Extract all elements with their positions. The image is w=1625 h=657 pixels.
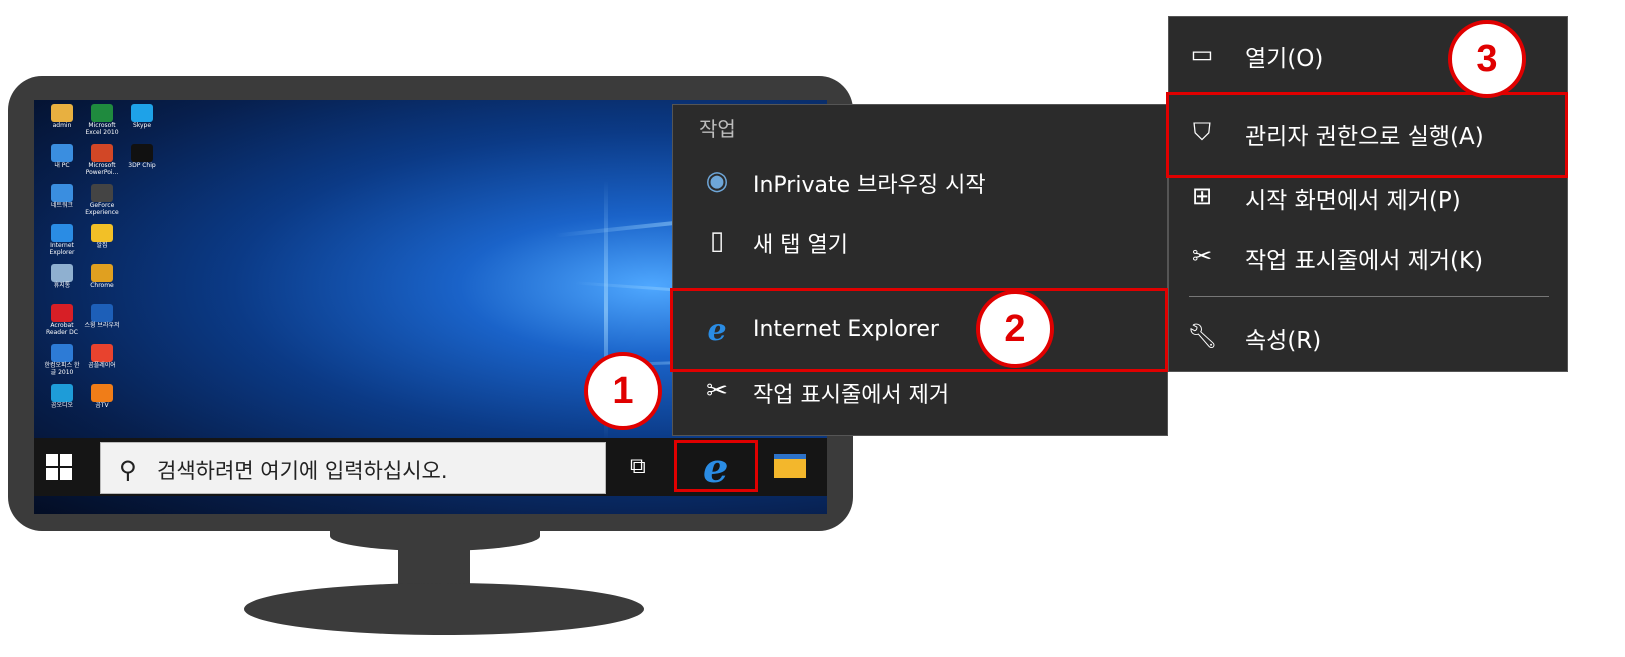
desktop-icon-label: 스윙 브라우저 xyxy=(84,322,120,329)
desktop-icon-label: Microsoft PowerPoi... xyxy=(85,162,119,176)
desktop-icon-label: 내 PC xyxy=(54,162,70,169)
desktop-icon-label: Internet Explorer xyxy=(49,242,75,256)
desktop-icon-label: admin xyxy=(52,122,72,129)
desktop-icon[interactable]: Acrobat Reader DC xyxy=(42,304,82,336)
desktop-icon[interactable]: Chrome xyxy=(82,264,122,289)
taskbar: ⚲ 검색하려면 여기에 입력하십시오. ⧉ e xyxy=(34,438,827,496)
desktop-icon[interactable]: 내 PC xyxy=(42,144,82,169)
desktop-icon[interactable]: Internet Explorer xyxy=(42,224,82,256)
jump-item-new-tab[interactable]: ▯ 새 탭 열기 xyxy=(673,213,1169,271)
desktop-icon[interactable]: Skype xyxy=(122,104,162,129)
desktop-icon-label: Acrobat Reader DC xyxy=(46,322,78,336)
desktop-icon[interactable]: 알집 xyxy=(82,224,122,249)
desktop-icon-image xyxy=(91,264,113,282)
inprivate-icon: ◉ xyxy=(705,166,729,196)
menu-item-label: 작업 표시줄에서 제거(K) xyxy=(1245,248,1484,274)
desktop-icon[interactable]: 스윙 브라우저 xyxy=(82,304,122,329)
desktop-icon[interactable]: 휴지통 xyxy=(42,264,82,289)
unpin-icon: ✂ xyxy=(1191,242,1213,270)
desktop-icon-label: 곰플레이어 xyxy=(88,362,116,369)
desktop-icon[interactable]: 한컴오피스 한글 2010 xyxy=(42,344,82,376)
unpin-icon: ✂ xyxy=(706,376,728,406)
desktop-icon[interactable]: 3DP Chip xyxy=(122,144,162,169)
menu-separator xyxy=(1189,296,1549,297)
jump-item-label: InPrivate 브라우징 시작 xyxy=(753,173,986,198)
desktop-icon[interactable]: GeForce Experience xyxy=(82,184,122,216)
menu-item-properties[interactable]: 🔧︎ 속성(R) xyxy=(1169,307,1569,365)
menu-item-label: 열기(O) xyxy=(1245,46,1324,72)
desktop-icon-label: 3DP Chip xyxy=(128,162,156,169)
desktop-icon-image xyxy=(131,104,153,122)
desktop-icon[interactable]: 곰플레이어 xyxy=(82,344,122,369)
menu-item-unpin-taskbar[interactable]: ✂ 작업 표시줄에서 제거(K) xyxy=(1169,227,1569,285)
desktop-icon[interactable]: admin xyxy=(42,104,82,129)
highlight-box-run-as-admin xyxy=(1166,92,1568,178)
desktop-icon-label: 네트워크 xyxy=(50,202,74,209)
desktop-icon-image xyxy=(91,344,113,362)
jump-list: 작업 ◉ InPrivate 브라우징 시작 ▯ 새 탭 열기 e Intern… xyxy=(672,104,1168,436)
wrench-icon: 🔧︎ xyxy=(1187,322,1218,350)
highlight-box-ie xyxy=(670,288,1168,372)
desktop-icon-image xyxy=(51,144,73,162)
jump-list-header: 작업 xyxy=(699,117,736,141)
desktop-icon[interactable]: 네트워크 xyxy=(42,184,82,209)
search-placeholder: 검색하려면 여기에 입력하십시오. xyxy=(157,459,448,483)
window-icon: ▭ xyxy=(1190,40,1214,68)
start-button[interactable] xyxy=(46,454,72,480)
file-explorer-icon[interactable] xyxy=(774,454,806,478)
desktop-icon-label: 한컴오피스 한글 2010 xyxy=(44,362,80,376)
internet-explorer-icon: e xyxy=(703,445,729,492)
taskbar-internet-explorer-button[interactable]: e xyxy=(674,440,758,492)
desktop-icon-image xyxy=(51,264,73,282)
search-input[interactable]: ⚲ 검색하려면 여기에 입력하십시오. xyxy=(100,442,606,494)
desktop-icon[interactable]: Microsoft PowerPoi... xyxy=(82,144,122,176)
monitor-stand-base xyxy=(244,583,644,635)
desktop-icon-label: 곰TV xyxy=(95,402,109,409)
tiles-icon: ⊞ xyxy=(1191,182,1213,210)
desktop-icon-label: Microsoft Excel 2010 xyxy=(85,122,119,136)
callout-3: 3 xyxy=(1448,20,1526,98)
desktop-icon-image xyxy=(51,104,73,122)
desktop-icon-image xyxy=(51,304,73,322)
desktop-icon-image xyxy=(91,304,113,322)
desktop-icon[interactable]: Microsoft Excel 2010 xyxy=(82,104,122,136)
desktop-icon-image xyxy=(91,104,113,122)
desktop-icon-image xyxy=(51,344,73,362)
desktop-icon-label: 알집 xyxy=(96,242,108,249)
desktop-icon-label: Skype xyxy=(132,122,152,129)
desktop-icon-image xyxy=(91,184,113,202)
desktop-icon[interactable]: 곰TV xyxy=(82,384,122,409)
desktop-icon[interactable]: 곰오디오 xyxy=(42,384,82,409)
desktop-icon-label: GeForce Experience xyxy=(85,202,119,216)
callout-1: 1 xyxy=(584,352,662,430)
desktop-icon-image xyxy=(91,144,113,162)
jump-item-label: 작업 표시줄에서 제거 xyxy=(753,383,950,408)
search-icon: ⚲ xyxy=(119,456,137,484)
task-view-icon[interactable]: ⧉ xyxy=(630,454,646,479)
desktop-icon-label: 곰오디오 xyxy=(50,402,74,409)
desktop-icon-image xyxy=(91,384,113,402)
desktop-icon-image xyxy=(51,384,73,402)
menu-item-label: 속성(R) xyxy=(1245,328,1322,354)
desktop-icon-label: 휴지통 xyxy=(53,282,71,289)
desktop-icon-image xyxy=(51,184,73,202)
desktop-icon-label: Chrome xyxy=(90,282,114,289)
desktop-icon-image xyxy=(51,224,73,242)
menu-item-label: 시작 화면에서 제거(P) xyxy=(1245,188,1461,214)
jump-item-label: 새 탭 열기 xyxy=(753,233,848,258)
jump-item-inprivate[interactable]: ◉ InPrivate 브라우징 시작 xyxy=(673,153,1169,211)
new-tab-icon: ▯ xyxy=(709,226,725,256)
desktop-icon-image xyxy=(131,144,153,162)
desktop-icon-image xyxy=(91,224,113,242)
callout-2: 2 xyxy=(976,290,1054,368)
